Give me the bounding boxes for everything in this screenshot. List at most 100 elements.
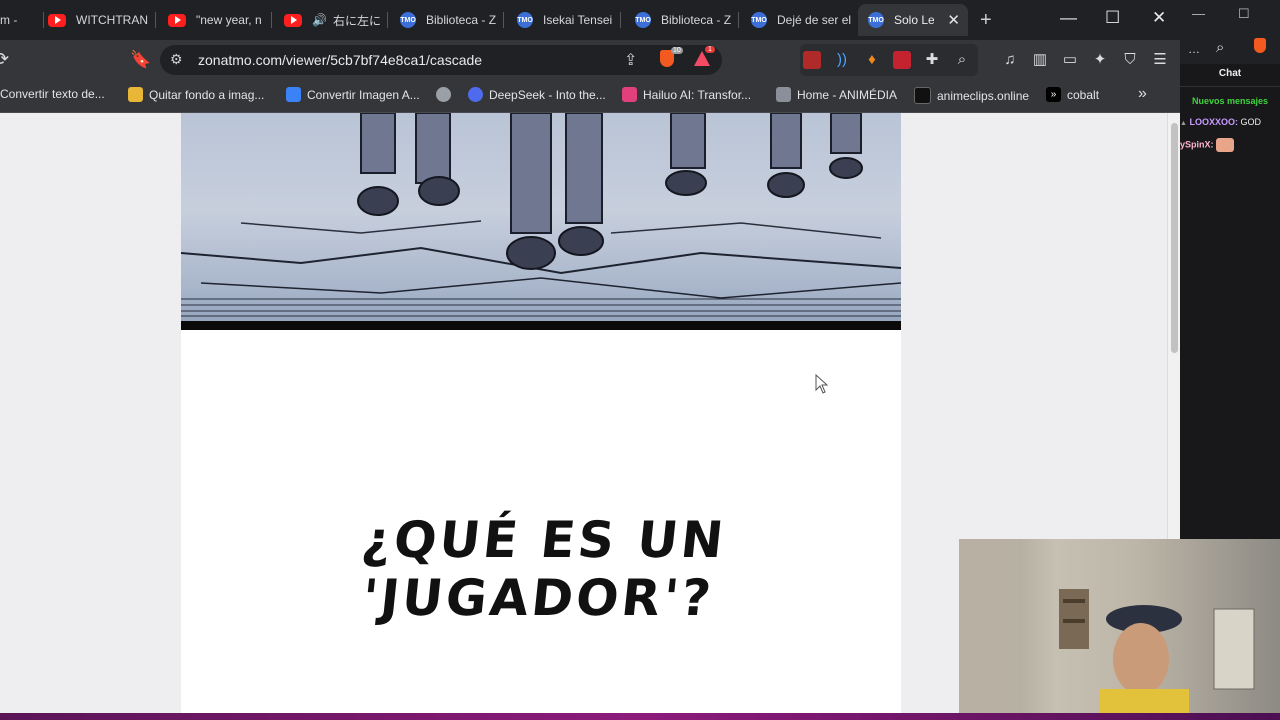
maximize-button[interactable]: ☐ bbox=[1105, 8, 1120, 28]
reload-icon[interactable]: ⟳ bbox=[0, 49, 9, 70]
maximize-icon[interactable]: ☐ bbox=[1238, 6, 1250, 22]
shield-count-badge: 10 bbox=[671, 47, 683, 54]
chat-title: Chat bbox=[1218, 68, 1242, 79]
bookmark-item[interactable]: » cobalt bbox=[1046, 87, 1099, 102]
sidebar-icon[interactable]: ▥ bbox=[1031, 51, 1049, 69]
tab-title: Solo Lev bbox=[894, 13, 934, 27]
screenshot-icon[interactable]: ⌕ bbox=[953, 51, 971, 69]
bookmark-label: animeclips.online bbox=[937, 88, 1030, 103]
tab-title: Isekai Tensei bbox=[543, 13, 613, 27]
scrollbar-thumb[interactable] bbox=[1171, 123, 1178, 353]
tmo-icon: TMO bbox=[635, 12, 651, 28]
bookmark-item[interactable]: animeclips.online bbox=[914, 87, 1029, 104]
tab[interactable]: WITCHTRAN bbox=[48, 4, 156, 36]
bookmark-label: DeepSeek - Into the... bbox=[489, 87, 606, 102]
tab[interactable]: TMO Biblioteca - Z bbox=[400, 4, 504, 36]
close-tab-icon[interactable]: ✕ bbox=[939, 11, 968, 29]
youtube-icon bbox=[168, 13, 186, 27]
music-icon[interactable]: ♫ bbox=[1001, 51, 1019, 69]
bookmark-item[interactable]: Convertir Imagen A... bbox=[286, 87, 420, 102]
bookmark-item[interactable] bbox=[436, 87, 457, 102]
bookmark-item[interactable]: Hailuo AI: Transfor... bbox=[622, 87, 751, 102]
extension-icon[interactable] bbox=[803, 51, 821, 69]
tab[interactable]: TMO Biblioteca - Z bbox=[635, 4, 739, 36]
tab-title: 右に左に bbox=[332, 13, 381, 28]
more-bookmarks-icon[interactable]: » bbox=[1138, 85, 1147, 103]
close-window-button[interactable]: ✕ bbox=[1152, 8, 1166, 28]
panel-titlebar: — ☐ bbox=[1180, 0, 1280, 40]
tmo-icon: TMO bbox=[517, 12, 533, 28]
manga-art bbox=[181, 113, 901, 317]
hailuo-icon bbox=[622, 87, 637, 102]
bookmark-favicon bbox=[286, 87, 301, 102]
url-text[interactable]: zonatmo.com/viewer/5cb7bf74e8ca1/cascade bbox=[198, 52, 482, 68]
chat-text: GOD bbox=[1240, 117, 1261, 127]
navigation-toolbar: ⟳ 🔖 ⚙ zonatmo.com/viewer/5cb7bf74e8ca1/c… bbox=[0, 40, 1180, 80]
manga-text-line: 'JUGADOR'? bbox=[359, 569, 717, 627]
tmo-icon: TMO bbox=[868, 12, 884, 28]
chat-username[interactable]: ySpinX: bbox=[1180, 139, 1214, 149]
new-tab-button[interactable]: + bbox=[980, 10, 992, 30]
tab-title: WITCHTRAN bbox=[76, 13, 148, 27]
tab[interactable]: "new year, n bbox=[168, 4, 272, 36]
tab-title: Dejé de ser el bbox=[777, 13, 852, 27]
minimize-button[interactable]: — bbox=[1060, 8, 1077, 28]
extension-icon[interactable] bbox=[893, 51, 911, 69]
bookmark-label: cobalt bbox=[1067, 87, 1100, 102]
puzzle-icon[interactable]: ✚ bbox=[923, 51, 941, 69]
translate-extension-icon[interactable]: )) bbox=[833, 51, 851, 69]
webcam-feed-image bbox=[959, 539, 1255, 720]
bookmark-label: Quitar fondo a imag... bbox=[149, 87, 265, 102]
rewards-count-badge: 1 bbox=[705, 46, 715, 53]
brave-shield-icon[interactable] bbox=[1254, 38, 1266, 53]
tab-strip: m - WITCHTRAN "new year, n 🔊 右に左に TMO Bi… bbox=[0, 0, 1180, 40]
youtube-icon bbox=[48, 13, 66, 27]
animedia-icon bbox=[776, 87, 791, 102]
bookmark-item[interactable]: DeepSeek - Into the... bbox=[468, 87, 606, 102]
chat-message: ▲ LOOXXOO: GOD bbox=[1180, 117, 1261, 127]
panel-toolbar: … ⌕ bbox=[1180, 38, 1280, 64]
extensions-area bbox=[800, 44, 978, 76]
tmo-icon: TMO bbox=[751, 12, 767, 28]
bookmark-icon[interactable]: 🔖 bbox=[130, 50, 151, 70]
tab[interactable]: 🔊 右に左に bbox=[284, 4, 388, 36]
tab-title: Biblioteca - Z bbox=[426, 13, 497, 27]
bookmarks-bar: Convertir texto de... Quitar fondo a ima… bbox=[0, 80, 1180, 113]
taskbar-edge bbox=[0, 713, 1280, 720]
tab-active[interactable]: TMO Solo Lev ✕ bbox=[858, 4, 968, 36]
bookmark-favicon bbox=[128, 87, 143, 102]
address-bar[interactable]: ⚙ zonatmo.com/viewer/5cb7bf74e8ca1/casca… bbox=[160, 45, 722, 75]
tab[interactable]: m - bbox=[0, 4, 44, 36]
chat-username[interactable]: LOOXXOO: bbox=[1189, 117, 1238, 127]
bookmark-item[interactable]: Quitar fondo a imag... bbox=[128, 87, 264, 102]
more-icon[interactable]: … bbox=[1188, 42, 1200, 56]
tab[interactable]: TMO Isekai Tensei bbox=[517, 4, 621, 36]
share-icon[interactable]: ⇪ bbox=[624, 50, 637, 70]
new-messages-banner[interactable]: Nuevos mensajes bbox=[1192, 96, 1268, 106]
manga-speech-text: ¿QUÉ ES UN 'JUGADOR'? bbox=[175, 511, 907, 627]
cobalt-icon: » bbox=[1046, 87, 1061, 102]
tab-title: m - bbox=[0, 13, 18, 27]
bookmark-label: Convertir texto de... bbox=[0, 87, 105, 101]
bookmark-item[interactable]: Convertir texto de... bbox=[0, 87, 105, 101]
fox-extension-icon[interactable]: ♦ bbox=[863, 51, 881, 69]
youtube-icon bbox=[284, 13, 302, 27]
manga-panel-image bbox=[181, 113, 901, 330]
leo-ai-icon[interactable]: ✦ bbox=[1091, 51, 1109, 69]
chat-message: ySpinX: bbox=[1180, 138, 1235, 152]
panel-border bbox=[181, 321, 901, 330]
vpn-icon[interactable]: ⛉ bbox=[1121, 51, 1139, 69]
tab[interactable]: TMO Dejé de ser el bbox=[751, 4, 855, 36]
emote-icon bbox=[1216, 138, 1235, 152]
bookmark-label: Home - ANIMÉDIA bbox=[797, 87, 898, 102]
speaker-icon[interactable]: 🔊 bbox=[312, 13, 327, 27]
bookmark-item[interactable]: Home - ANIMÉDIA bbox=[776, 87, 897, 102]
brave-rewards-icon[interactable] bbox=[694, 51, 710, 66]
wallet-icon[interactable]: ▭ bbox=[1061, 51, 1079, 69]
site-info-icon[interactable]: ⚙ bbox=[170, 51, 183, 68]
minimize-icon[interactable]: — bbox=[1192, 6, 1205, 21]
zoom-icon[interactable]: ⌕ bbox=[1216, 39, 1224, 56]
animeclips-icon bbox=[914, 87, 931, 104]
badge-icon: ▲ bbox=[1180, 120, 1187, 127]
menu-icon[interactable]: ☰ bbox=[1151, 51, 1169, 69]
